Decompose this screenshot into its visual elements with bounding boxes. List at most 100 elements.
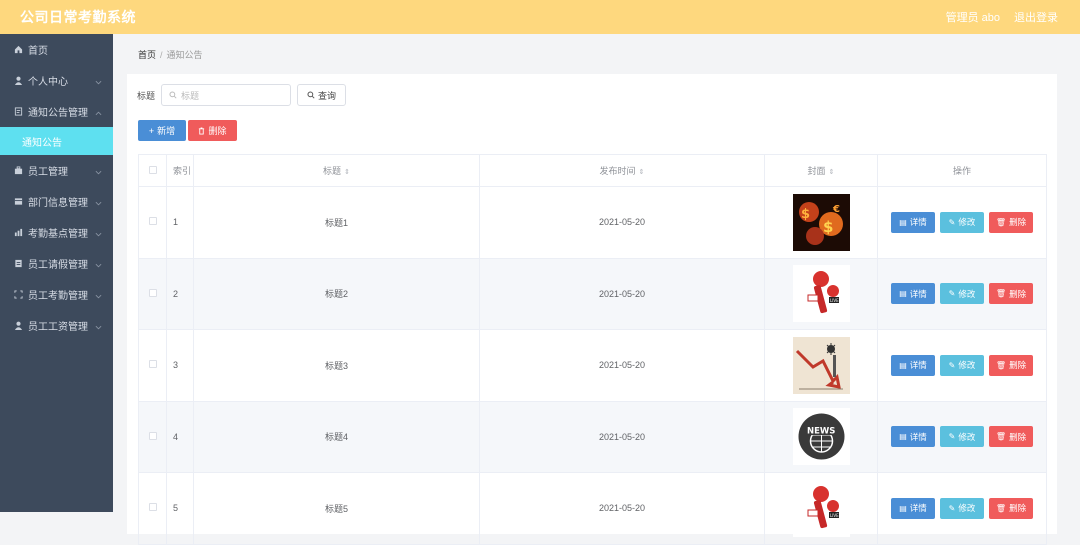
row-index: 4: [166, 400, 194, 473]
edit-label: 修改: [958, 217, 976, 228]
delete-label: 删除: [1009, 217, 1027, 228]
sidebar-item-staff[interactable]: 员工管理: [0, 155, 113, 186]
sidebar-item-label: 员工工资管理: [28, 322, 88, 333]
sidebar-item-label: 个人中心: [28, 77, 68, 88]
row-published: 2021-05-20: [479, 472, 765, 545]
delete-button[interactable]: 🗑 删除: [989, 354, 1033, 376]
detail-label: 详情: [909, 360, 927, 371]
add-button-label: 新增: [157, 126, 176, 136]
row-index: 3: [166, 329, 194, 402]
row-title: 标题2: [193, 257, 480, 330]
column-ops: 操作: [877, 154, 1047, 187]
search-icon: [307, 91, 315, 99]
sidebar-subitem-notice[interactable]: 通知公告: [0, 127, 113, 155]
detail-label: 详情: [909, 431, 927, 442]
edit-button[interactable]: ✎ 修改: [940, 211, 984, 233]
edit-label: 修改: [958, 360, 976, 371]
row-published: 2021-05-20: [479, 186, 765, 259]
sidebar-item-notice[interactable]: 通知公告管理: [0, 96, 113, 127]
sidebar-item-label: 考勤基点管理: [28, 229, 88, 240]
add-button[interactable]: + 新增: [138, 120, 186, 141]
detail-label: 详情: [909, 288, 927, 299]
svg-text:NEWS: NEWS: [807, 427, 835, 437]
delete-button[interactable]: 🗑 删除: [989, 497, 1033, 519]
plus-icon: +: [148, 125, 155, 136]
row-checkbox[interactable]: [148, 431, 157, 440]
trash-icon: 🗑: [995, 217, 1007, 227]
admin-user-label[interactable]: 管理员 abo: [946, 9, 1000, 25]
search-input[interactable]: 标题: [161, 84, 292, 106]
sort-icon: ⇕: [344, 169, 350, 176]
content-panel: 标题 标题 查询 + 新增 删除 索引 标题 ⇕ 发布时间 ⇕ 封面 ⇕ 操作 …: [127, 74, 1057, 545]
batch-delete-button[interactable]: 删除: [188, 120, 237, 141]
column-cover-label: 封面: [807, 166, 826, 176]
logout-link[interactable]: 退出登录: [1014, 9, 1058, 25]
sidebar-item-salary[interactable]: 员工工资管理: [0, 310, 113, 341]
table-row: 5 标题5 2021-05-20 LIVE ▤ 详情 ✎ 修改 🗑 删除: [138, 472, 1047, 545]
row-checkbox[interactable]: [148, 503, 157, 512]
select-all-checkbox[interactable]: [148, 165, 157, 174]
edit-label: 修改: [958, 431, 976, 442]
edit-button[interactable]: ✎ 修改: [940, 354, 984, 376]
chevron-down-icon: [95, 77, 102, 88]
delete-button[interactable]: 🗑 删除: [989, 211, 1033, 233]
table-header-row: 索引 标题 ⇕ 发布时间 ⇕ 封面 ⇕ 操作: [138, 154, 1047, 187]
sidebar-item-checkin-points[interactable]: 考勤基点管理: [0, 217, 113, 248]
edit-label: 修改: [958, 288, 976, 299]
row-published: 2021-05-20: [479, 257, 765, 330]
edit-icon: ✎: [948, 217, 956, 227]
breadcrumb-home[interactable]: 首页: [138, 50, 156, 60]
search-label: 标题: [137, 90, 156, 101]
sidebar-item-label: 首页: [28, 46, 48, 57]
leave-icon: [13, 259, 23, 269]
breadcrumb-separator: /: [160, 50, 163, 60]
delete-button[interactable]: 🗑 删除: [989, 426, 1033, 448]
row-checkbox[interactable]: [148, 288, 157, 297]
delete-button[interactable]: 🗑 删除: [989, 283, 1033, 305]
sidebar-item-label: 通知公告管理: [28, 108, 88, 119]
sidebar-item-attendance[interactable]: 员工考勤管理: [0, 279, 113, 310]
trash-icon: 🗑: [995, 432, 1007, 442]
breadcrumb: 首页 / 通知公告: [138, 48, 203, 61]
main-content: 首页 / 通知公告 标题 标题 查询 + 新增 删除 索引 标题 ⇕ 发布时间 …: [113, 34, 1080, 545]
column-cover[interactable]: 封面 ⇕: [764, 154, 878, 187]
sidebar-item-department[interactable]: 部门信息管理: [0, 186, 113, 217]
edit-button[interactable]: ✎ 修改: [940, 426, 984, 448]
trash-icon: 🗑: [995, 360, 1007, 370]
detail-button[interactable]: ▤ 详情: [891, 426, 935, 448]
row-title: 标题5: [193, 472, 480, 545]
query-button[interactable]: 查询: [297, 84, 347, 106]
chevron-up-icon: [95, 108, 102, 119]
chevron-down-icon: [95, 167, 102, 178]
sidebar-item-leave[interactable]: 员工请假管理: [0, 248, 113, 279]
column-published[interactable]: 发布时间 ⇕: [479, 154, 765, 187]
detail-label: 详情: [909, 217, 927, 228]
row-checkbox[interactable]: [148, 360, 157, 369]
edit-button[interactable]: ✎ 修改: [940, 497, 984, 519]
column-published-label: 发布时间: [599, 166, 636, 176]
sort-icon: ⇕: [638, 169, 645, 176]
column-title[interactable]: 标题 ⇕: [193, 154, 480, 187]
top-bar: 公司日常考勤系统 管理员 abo 退出登录: [0, 0, 1080, 34]
edit-icon: ✎: [948, 432, 956, 442]
detail-button[interactable]: ▤ 详情: [891, 497, 935, 519]
chevron-down-icon: [95, 260, 102, 271]
trash-icon: [199, 127, 205, 134]
sidebar-item-profile[interactable]: 个人中心: [0, 65, 113, 96]
notice-icon: [13, 107, 23, 117]
edit-icon: ✎: [948, 360, 956, 370]
detail-button[interactable]: ▤ 详情: [891, 211, 935, 233]
column-title-label: 标题: [323, 166, 342, 176]
row-published: 2021-05-20: [479, 329, 765, 402]
row-checkbox[interactable]: [148, 217, 157, 226]
detail-button[interactable]: ▤ 详情: [891, 283, 935, 305]
svg-text:$: $: [823, 218, 833, 236]
delete-label: 删除: [1009, 360, 1027, 371]
sidebar-item-label: 部门信息管理: [28, 198, 88, 209]
svg-text:LIVE: LIVE: [830, 298, 839, 303]
edit-button[interactable]: ✎ 修改: [940, 283, 984, 305]
sidebar-item-home[interactable]: 首页: [0, 34, 113, 65]
table-row: 1 标题1 2021-05-20 $ $ € ▤ 详情 ✎ 修改 🗑 删除: [138, 186, 1047, 259]
sidebar: 首页 个人中心 通知公告管理 通知公告 员工管理 部门信息管理 考勤基点管理 员…: [0, 34, 113, 512]
detail-button[interactable]: ▤ 详情: [891, 354, 935, 376]
